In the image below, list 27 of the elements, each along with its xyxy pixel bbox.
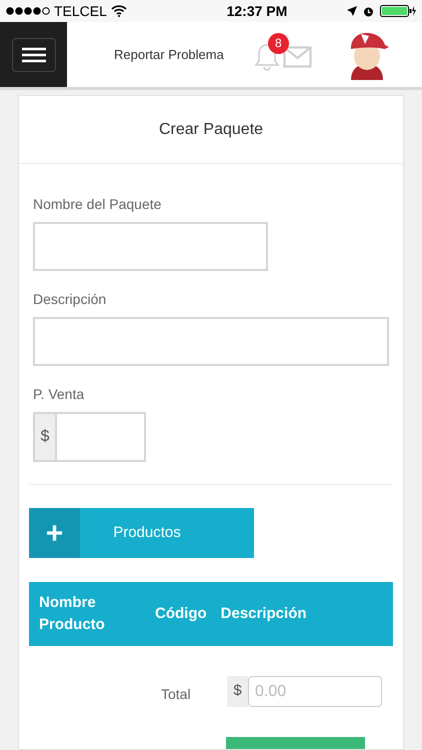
column-header: Código <box>155 604 207 624</box>
clock-time: 12:37 PM <box>226 2 288 20</box>
signal-icon <box>6 7 50 15</box>
menu-button[interactable] <box>12 38 56 72</box>
price-field[interactable] <box>55 412 146 462</box>
alarm-icon <box>363 6 374 16</box>
notification-count: 8 <box>268 32 289 54</box>
plus-icon: + <box>29 508 80 558</box>
wifi-icon <box>110 5 127 17</box>
report-problem-link[interactable]: Reportar Problema <box>114 44 224 64</box>
currency-prefix: $ <box>33 412 55 462</box>
text-field[interactable] <box>33 222 268 271</box>
card-title: Crear Paquete <box>158 120 264 140</box>
field-label: Descripción <box>33 290 108 309</box>
total-label: Total <box>161 685 192 704</box>
menu-icon <box>22 46 46 62</box>
location-icon <box>347 6 357 16</box>
text-field[interactable] <box>33 317 389 366</box>
carrier-name: TELCEL <box>54 2 107 20</box>
total-field[interactable]: 0.00 <box>248 676 382 707</box>
currency-prefix: $ <box>227 676 248 707</box>
mail-icon[interactable] <box>282 46 312 68</box>
column-header: Nombre Producto <box>39 593 106 635</box>
field-label: P. Venta <box>33 385 86 404</box>
field-label: Nombre del Paquete <box>33 195 162 214</box>
battery-icon <box>380 5 416 17</box>
column-header: Descripción <box>220 604 307 624</box>
